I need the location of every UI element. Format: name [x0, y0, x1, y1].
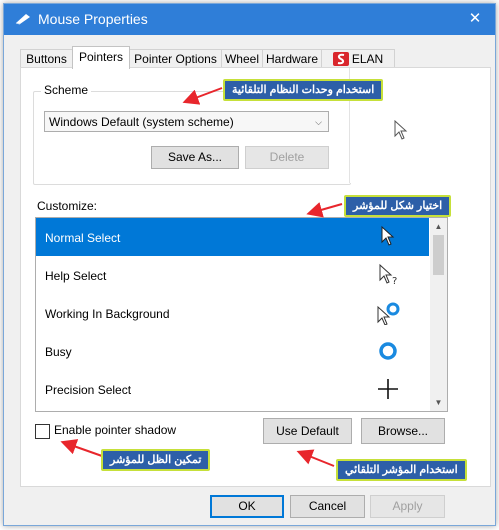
tab-label: ELAN: [351, 52, 384, 66]
list-item-label: Normal Select: [45, 231, 121, 245]
use-default-annotation: استخدام المؤشر التلقائي: [336, 459, 467, 481]
list-item-normal-select[interactable]: Normal Select: [36, 218, 429, 256]
ok-button[interactable]: OK: [210, 495, 284, 518]
list-item-label: Help Select: [45, 269, 107, 283]
pointer-shadow-label: Enable pointer shadow: [54, 423, 177, 437]
list-item-help-select[interactable]: Help Select ?: [36, 256, 429, 294]
working-cursor-icon: [377, 302, 400, 325]
mouse-icon: [15, 14, 30, 25]
help-cursor-icon: ?: [379, 263, 397, 287]
close-button[interactable]: ✕: [455, 4, 495, 35]
tab-elan[interactable]: ELAN: [321, 49, 395, 68]
tab-pointers[interactable]: Pointers: [72, 46, 130, 69]
list-item-label: Precision Select: [45, 383, 132, 397]
customize-label: Customize:: [37, 199, 98, 213]
tab-buttons[interactable]: Buttons: [20, 49, 73, 68]
scroll-thumb[interactable]: [433, 235, 444, 275]
tab-label: Pointer Options: [134, 52, 217, 66]
title-bar[interactable]: Mouse Properties ✕: [4, 4, 495, 35]
arrow-cursor-icon: [381, 225, 395, 246]
tab-label: Wheel: [224, 52, 259, 66]
svg-text:?: ?: [392, 276, 397, 287]
list-scrollbar[interactable]: ▲ ▼: [430, 218, 447, 411]
list-item-label: Working In Background: [45, 307, 170, 321]
scheme-label: Scheme: [41, 83, 92, 97]
apply-button[interactable]: Apply: [370, 495, 445, 518]
pointers-panel: Scheme Windows Default (system scheme) ⌵…: [20, 67, 491, 487]
cancel-button[interactable]: Cancel: [290, 495, 365, 518]
tab-pointer-options[interactable]: Pointer Options: [129, 49, 222, 68]
scroll-down-icon[interactable]: ▼: [430, 394, 447, 411]
chevron-down-icon: ⌵: [315, 117, 322, 127]
list-item-label: Busy: [45, 345, 72, 359]
cursor-list[interactable]: Normal Select Help Select ? Working In B…: [35, 217, 448, 412]
tab-label: Hardware: [265, 52, 319, 66]
busy-cursor-icon: [379, 342, 397, 360]
tab-label: Buttons: [26, 52, 67, 66]
window-title: Mouse Properties: [38, 11, 148, 27]
scheme-dropdown[interactable]: Windows Default (system scheme) ⌵: [44, 111, 329, 132]
scheme-value: Windows Default (system scheme): [49, 115, 234, 129]
list-item-working-in-background[interactable]: Working In Background: [36, 294, 429, 332]
customize-annotation: اختيار شكل للمؤشر: [344, 195, 452, 217]
browse-button[interactable]: Browse...: [361, 418, 445, 444]
tab-label: Pointers: [78, 50, 124, 64]
shadow-annotation: تمكين الظل للمؤشر: [101, 449, 211, 471]
save-as-button[interactable]: Save As...: [151, 146, 239, 169]
scheme-annotation: استخدام وحدات النظام التلقائية: [223, 79, 384, 101]
elan-logo-icon: [332, 52, 349, 66]
arrow-cursor-icon: [394, 120, 408, 140]
list-item-precision-select[interactable]: Precision Select: [36, 370, 429, 408]
mouse-properties-dialog: Mouse Properties ✕ Buttons Pointers Poin…: [3, 3, 496, 526]
scheme-groupbox: [33, 91, 351, 185]
pointer-shadow-checkbox[interactable]: [35, 424, 50, 439]
list-item-busy[interactable]: Busy: [36, 332, 429, 370]
use-default-button[interactable]: Use Default: [263, 418, 352, 444]
tab-wheel[interactable]: Wheel: [221, 49, 263, 68]
scroll-up-icon[interactable]: ▲: [430, 218, 447, 235]
tab-hardware[interactable]: Hardware: [262, 49, 322, 68]
delete-button[interactable]: Delete: [245, 146, 329, 169]
crosshair-cursor-icon: [378, 379, 398, 399]
